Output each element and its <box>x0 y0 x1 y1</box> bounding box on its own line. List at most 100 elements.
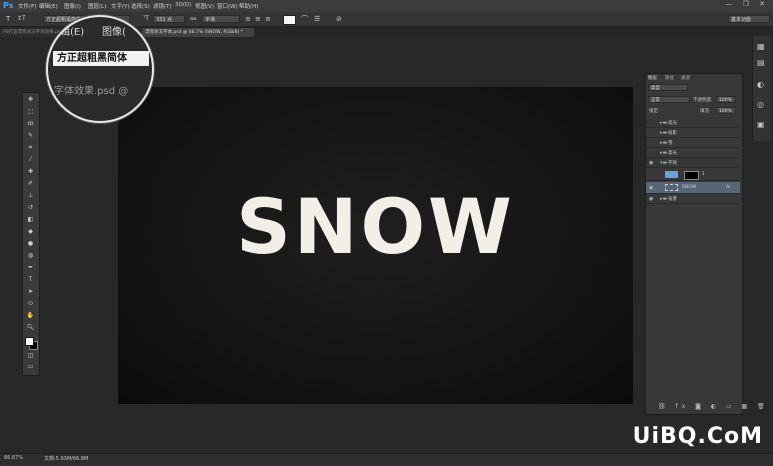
styles-panel-icon[interactable]: ◎ <box>757 100 764 109</box>
align-right-icon[interactable]: ≡ <box>265 15 271 23</box>
cancel-icon[interactable]: ⊘ <box>336 15 342 23</box>
folder-icon: ▸▬ <box>660 150 668 156</box>
pen-tool-icon[interactable]: ✒ <box>26 264 35 272</box>
menu-item[interactable]: 视图(V) <box>195 2 214 10</box>
folder-icon: ▸▬ <box>660 196 668 202</box>
layer-name: SNOW <box>682 185 697 190</box>
menu-item[interactable]: 图层(L) <box>88 2 106 10</box>
layer-name: 雪 <box>668 141 673 146</box>
color-panel-icon[interactable]: ▦ <box>757 42 765 51</box>
antialias-select[interactable]: 平滑 <box>202 15 240 23</box>
folder-open-icon: ▾▬ <box>660 160 668 166</box>
menu-item[interactable]: 编辑(E) <box>39 2 58 10</box>
layer-row[interactable]: ◉ ▾▬ 字效 <box>646 159 740 168</box>
menu-item[interactable]: 选择(S) <box>131 2 150 10</box>
brush-tool-icon[interactable]: ✐ <box>26 180 35 188</box>
eye-icon[interactable]: ◉ <box>649 195 654 204</box>
hand-tool-icon[interactable]: ✋ <box>26 312 35 320</box>
eraser-tool-icon[interactable]: ◧ <box>26 216 35 224</box>
folder-icon: ▸▬ <box>660 130 668 136</box>
window-controls[interactable]: — ❐ ✕ <box>725 0 769 8</box>
layer-row[interactable]: ▸▬ 投影 <box>646 129 740 138</box>
crop-tool-icon[interactable]: ⌗ <box>26 144 35 152</box>
eye-icon[interactable]: ◉ <box>649 159 654 168</box>
text-orientation-icon[interactable]: ↕T <box>17 15 26 23</box>
history-panel-icon[interactable]: ▣ <box>757 120 765 129</box>
quick-mask-icon[interactable]: ◫ <box>26 352 35 360</box>
layer-row[interactable]: ▸▬ 高光 <box>646 149 740 158</box>
align-center-icon[interactable]: ≡ <box>255 15 261 23</box>
eye-icon[interactable]: ◉ <box>649 182 654 194</box>
align-left-icon[interactable]: ≡ <box>245 15 251 23</box>
menu-item[interactable]: 帮助(H) <box>239 2 258 10</box>
blend-mode-select[interactable]: 正常 <box>648 96 690 103</box>
dodge-tool-icon[interactable]: ◍ <box>26 252 35 260</box>
adjustments-panel-icon[interactable]: ◐ <box>757 80 764 89</box>
shape-tool-icon[interactable]: ⬭ <box>26 300 35 308</box>
clone-stamp-tool-icon[interactable]: ⊥ <box>26 192 35 200</box>
zoom-menu-edit: 辑(E) <box>60 27 85 38</box>
tab-layers[interactable]: 图层 <box>648 75 657 81</box>
menu-item[interactable]: 文件(F) <box>18 2 36 10</box>
document-tab-active[interactable]: 漂亮冰冻字体.psd @ 66.7% (SNOW, RGB/8) * <box>142 28 254 37</box>
swatches-panel-icon[interactable]: ▤ <box>757 58 765 67</box>
layer-name: 投影 <box>668 131 677 136</box>
font-size-select[interactable]: 331 点 <box>153 15 185 23</box>
folder-icon: ▸▬ <box>660 120 668 126</box>
gradient-tool-icon[interactable]: ◆ <box>26 228 35 236</box>
fx-icon[interactable]: fx <box>726 182 730 194</box>
layer-name: 高光 <box>668 151 677 156</box>
type-tool-icon[interactable]: T <box>26 276 35 284</box>
aa-label: aa <box>190 16 197 22</box>
menu-item[interactable]: 文字(Y) <box>111 2 130 10</box>
zoom-menu-image: 图像( <box>102 27 126 38</box>
screen-mode-icon[interactable]: ▭ <box>26 363 35 371</box>
zoom-level[interactable]: 66.67% <box>4 455 23 461</box>
zoom-font-field: 方正超粗黑简体 <box>53 51 149 66</box>
menu-item[interactable]: 图像(I) <box>64 2 81 10</box>
eyedropper-tool-icon[interactable]: ⁄ <box>26 156 35 164</box>
watermark: UiBQ.CoM <box>632 424 763 449</box>
fill-input[interactable]: 100% <box>716 107 736 114</box>
opacity-input[interactable]: 100% <box>716 96 736 103</box>
menu-item[interactable]: 滤镜(T) <box>153 2 172 10</box>
warp-text-icon[interactable]: ⌒ <box>301 15 308 23</box>
blur-tool-icon[interactable]: ● <box>26 240 35 248</box>
tab-paths[interactable]: 路径 <box>665 75 674 81</box>
layer-name: 背景 <box>668 197 677 202</box>
text-color-swatch[interactable] <box>283 15 296 25</box>
layer-mask-thumbnail <box>684 171 699 180</box>
text-layer-thumbnail <box>665 184 678 191</box>
layer-row-selected[interactable]: ◉ SNOW fx <box>646 182 740 194</box>
tab-channels[interactable]: 通道 <box>681 75 690 81</box>
type-tool-icon[interactable]: T <box>6 15 10 23</box>
layer-row[interactable]: ▸▬ 雪 <box>646 139 740 148</box>
path-selection-tool-icon[interactable]: ➤ <box>26 288 35 296</box>
status-bar <box>0 453 773 466</box>
zoom-magnifier: 辑(E) 图像( 方正超粗黑简体 字体效果.psd @ <box>46 15 154 123</box>
layer-panel-footer-icons[interactable]: ⛓ fx ◙ ◐ ▭ ▦ 🗑︎ <box>658 403 769 410</box>
workspace-select[interactable]: 基本功能 <box>728 15 770 23</box>
document-canvas[interactable]: SNOW <box>118 87 633 404</box>
font-size-icon: ᵀT <box>143 15 149 22</box>
layer-row[interactable]: ▸▬ 高光 <box>646 119 740 128</box>
folder-icon: ▸▬ <box>660 140 668 146</box>
layer-row[interactable]: 1 <box>646 169 740 181</box>
menu-item[interactable]: 窗口(W) <box>217 2 238 10</box>
move-tool-icon[interactable]: ✥ <box>26 96 35 104</box>
canvas-snow-text: SNOW <box>236 182 515 271</box>
character-panel-icon[interactable]: ☰ <box>314 15 320 23</box>
layer-kind-filter[interactable]: 类型 <box>648 84 688 91</box>
layer-name: 1 <box>702 172 705 177</box>
lasso-tool-icon[interactable]: ꝏ <box>26 120 35 128</box>
menu-item[interactable]: 3D(D) <box>175 2 191 8</box>
foreground-color-swatch[interactable] <box>25 337 34 346</box>
marquee-tool-icon[interactable]: ⬚ <box>26 108 35 116</box>
healing-brush-tool-icon[interactable]: ✚ <box>26 168 35 176</box>
opacity-label: 不透明度: <box>693 98 713 103</box>
document-size: 文档:5.93M/66.8M <box>44 456 89 462</box>
layer-row[interactable]: ◉ ▸▬ 背景 <box>646 195 740 204</box>
quick-select-tool-icon[interactable]: ✎ <box>26 132 35 140</box>
zoom-tool-icon[interactable]: 🔍︎ <box>26 324 35 332</box>
history-brush-tool-icon[interactable]: ↺ <box>26 204 35 212</box>
